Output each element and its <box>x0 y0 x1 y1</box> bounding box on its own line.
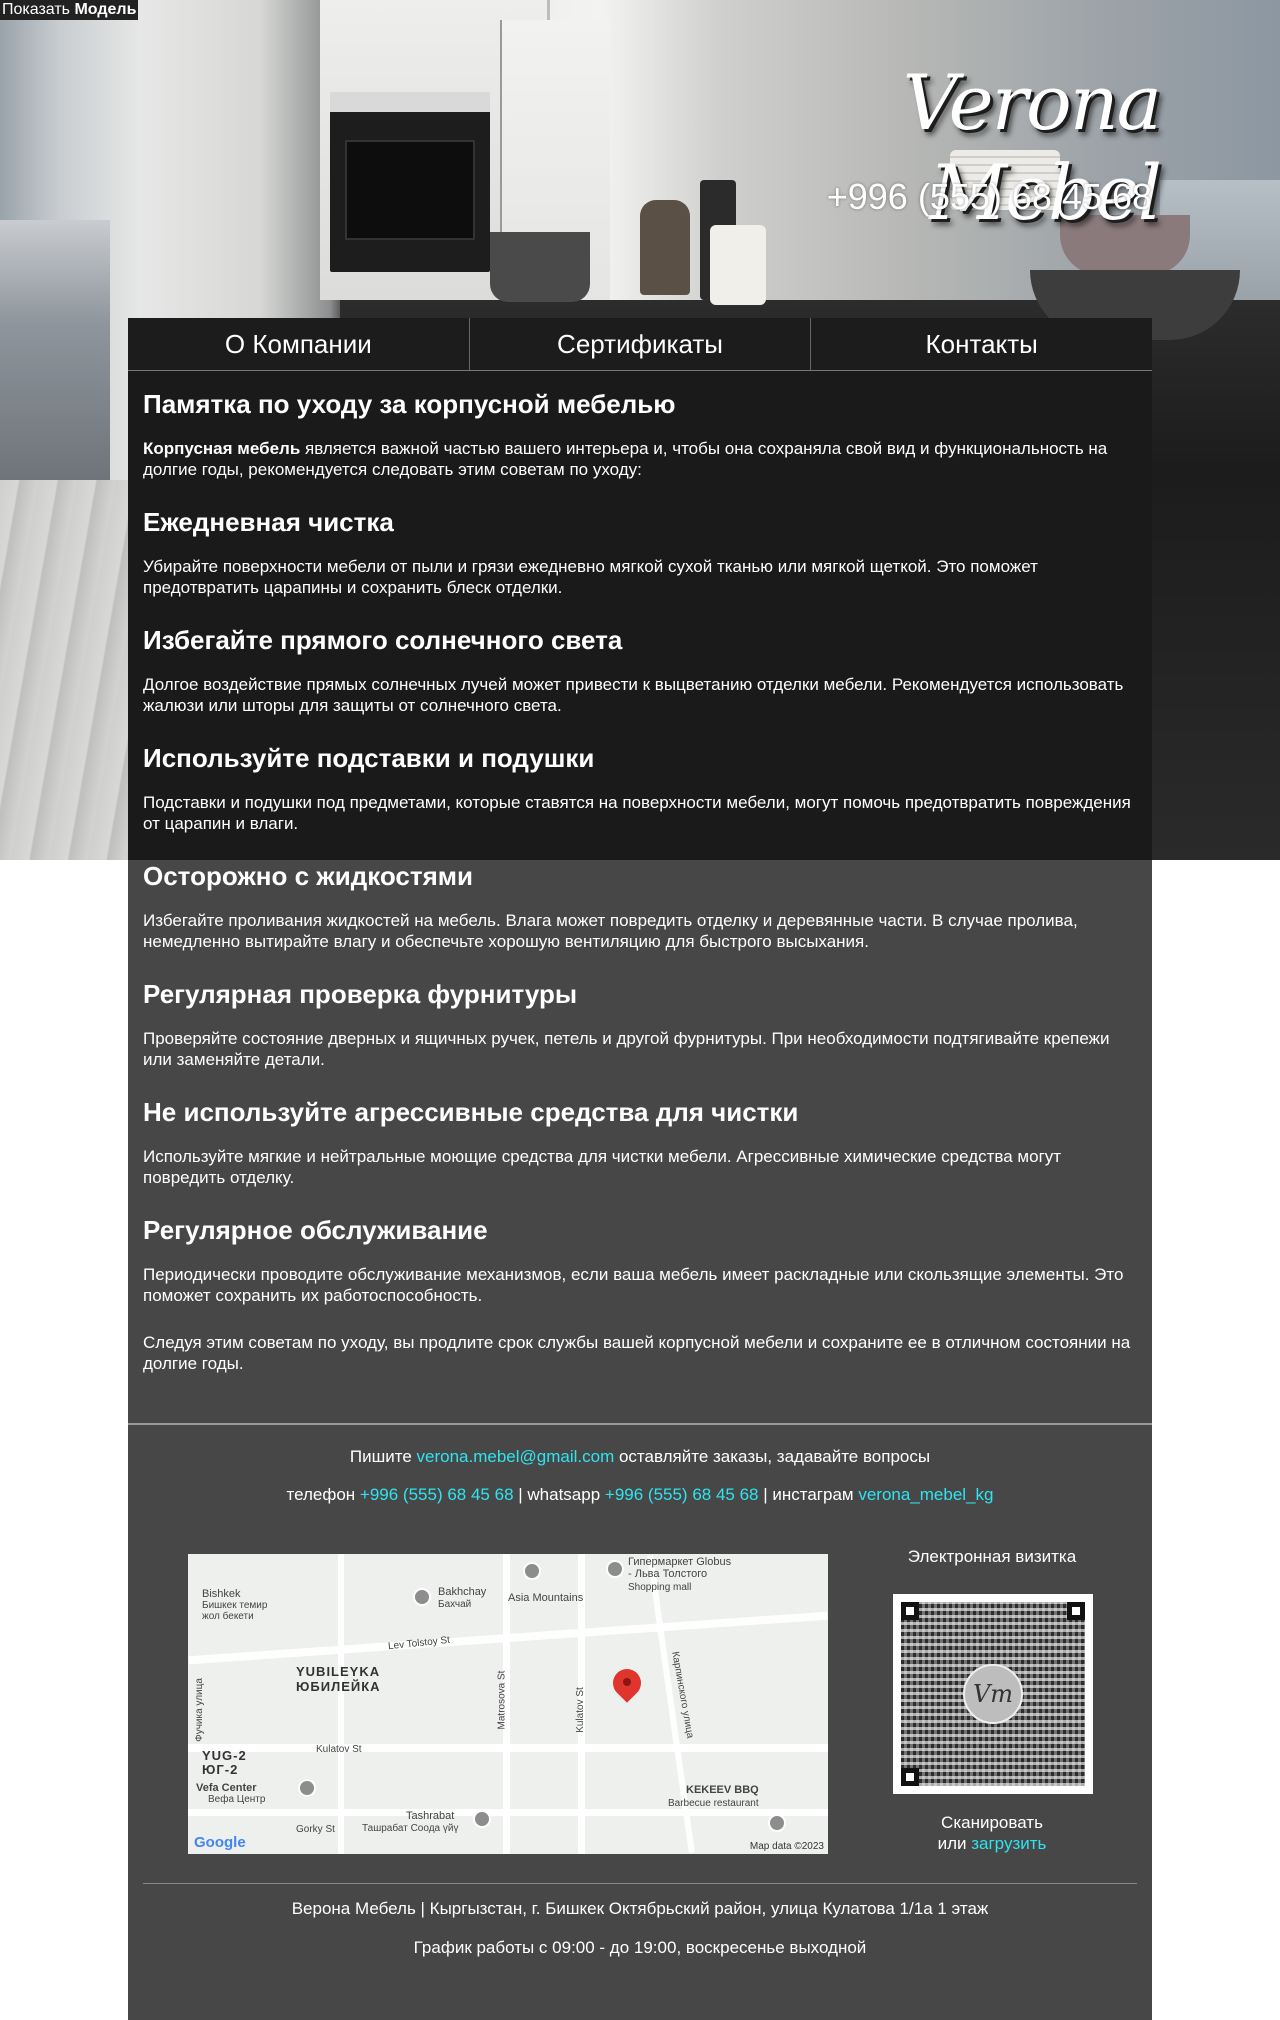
map-label: YUBILEYKA <box>296 1664 381 1679</box>
qr-pattern: Vm <box>901 1602 1085 1786</box>
map-poi-icon <box>473 1810 491 1828</box>
scan-label: Сканировать <box>941 1813 1043 1832</box>
main-nav: О Компании Сертификаты Контакты <box>128 318 1152 371</box>
pot <box>490 232 590 302</box>
vase <box>710 225 766 305</box>
section-text: Проверяйте состояние дверных и ящичных р… <box>143 1029 1110 1069</box>
map-label: Barbecue restaurant <box>668 1798 759 1809</box>
email-link[interactable]: verona.mebel@gmail.com <box>417 1447 615 1466</box>
article-intro: Корпусная мебель является важной частью … <box>143 438 1138 480</box>
map-poi-icon <box>298 1779 316 1797</box>
intro-bold: Корпусная мебель <box>143 439 301 458</box>
map-label: Shopping mall <box>628 1582 692 1593</box>
instagram-link[interactable]: verona_mebel_kg <box>858 1485 993 1504</box>
vcard-qr-code[interactable]: Vm <box>893 1594 1093 1794</box>
map-poi-icon <box>523 1562 541 1580</box>
google-logo-text: Google <box>194 1834 246 1851</box>
section-heading: Используйте подставки и подушки <box>143 743 595 773</box>
care-article: Памятка по уходу за корпусной мебелью Ко… <box>143 388 1138 1400</box>
map-attribution: Map data ©2023 <box>749 1841 824 1852</box>
map-label: KEKEEV BBQ <box>686 1784 759 1796</box>
nav-contacts[interactable]: Контакты <box>811 318 1152 370</box>
instagram-label: | инстаграм <box>758 1485 859 1504</box>
map-label: Asia Mountains <box>508 1592 584 1604</box>
map-label: Bishkek <box>202 1588 241 1600</box>
map-poi-icon <box>413 1588 431 1606</box>
site-logo[interactable]: Verona Mebel <box>660 58 1162 237</box>
section-heading: Не используйте агрессивные средства для … <box>143 1097 799 1127</box>
map-label: Ташрабат Соода үйү <box>362 1823 459 1834</box>
qr-logo: Vm <box>963 1664 1023 1724</box>
hours-line: График работы с 09:00 - до 19:00, воскре… <box>413 1938 867 1957</box>
map-label: ЮБИЛЕЙКА <box>296 1679 381 1694</box>
email-suffix: оставляйте заказы, задавайте вопросы <box>614 1447 931 1466</box>
nav-about[interactable]: О Компании <box>128 318 470 370</box>
oven-window <box>345 140 475 240</box>
section-heading: Избегайте прямого солнечного света <box>143 625 623 655</box>
phone-link[interactable]: +996 (555) 68 45 68 <box>360 1485 514 1504</box>
qr-corner-icon <box>901 1768 919 1786</box>
header-phone[interactable]: +996 (555) 68 45 68 <box>827 176 1152 218</box>
map-label: ЮГ-2 <box>202 1762 239 1777</box>
map-label: Kulatov St <box>574 1687 586 1733</box>
map-label: Вефа Центр <box>208 1794 266 1805</box>
map-poi-icon <box>606 1560 624 1578</box>
download-link[interactable]: загрузить <box>971 1834 1046 1853</box>
section-text: Избегайте проливания жидкостей на мебель… <box>143 911 1078 951</box>
article-title: Памятка по уходу за корпусной мебелью <box>143 389 676 419</box>
map-poi-icon <box>768 1814 786 1832</box>
scan-text: Сканировать или загрузить <box>860 1812 1124 1854</box>
section-text: Используйте мягкие и нейтральные моющие … <box>143 1147 1062 1187</box>
map-label: Matrosova St <box>496 1670 508 1730</box>
phone-label: телефон <box>286 1485 360 1504</box>
map-label: Tashrabat <box>406 1810 455 1822</box>
section-heading: Ежедневная чистка <box>143 507 394 537</box>
vase <box>640 200 690 295</box>
map-label: Vefa Center <box>196 1782 257 1794</box>
whatsapp-label: | whatsapp <box>513 1485 605 1504</box>
map-label: жол бекети <box>202 1611 254 1622</box>
section-text: Подставки и подушки под предметами, кото… <box>143 793 1131 833</box>
map-label: Bakhchay <box>438 1586 487 1598</box>
article-closing: Следуя этим советам по уходу, вы продлит… <box>143 1333 1131 1373</box>
google-logo: Google <box>194 1834 246 1851</box>
location-pin-dot <box>623 1678 631 1686</box>
show-model-bold: Модель <box>74 1 137 18</box>
section-heading: Регулярное обслуживание <box>143 1215 488 1245</box>
map-label: Гипермаркет Globus <box>628 1556 732 1568</box>
map-label: Бахчай <box>438 1599 472 1610</box>
address-line: Верона Мебель | Кыргызстан, г. Бишкек Ок… <box>291 1899 989 1918</box>
map-label: - Льва Толстого <box>628 1568 708 1580</box>
phones-line: телефон +996 (555) 68 45 68 | whatsapp +… <box>128 1484 1152 1506</box>
map-label: Kulatov St <box>316 1744 362 1755</box>
section-heading: Регулярная проверка фурнитуры <box>143 979 578 1009</box>
vcard-title: Электронная визитка <box>907 1547 1077 1566</box>
email-line: Пишите verona.mebel@gmail.com оставляйте… <box>128 1446 1152 1468</box>
map-label: Gorky St <box>296 1824 335 1835</box>
footer-divider <box>128 1423 1152 1425</box>
nav-certificates[interactable]: Сертификаты <box>470 318 812 370</box>
email-prefix: Пишите <box>349 1447 417 1466</box>
map-label: Фучика улица <box>193 1678 205 1742</box>
scan-or: или <box>937 1834 972 1853</box>
section-text: Убирайте поверхности мебели от пыли и гр… <box>143 557 1038 597</box>
whatsapp-link[interactable]: +996 (555) 68 45 68 <box>605 1485 759 1504</box>
city-view <box>0 220 110 480</box>
map-road <box>338 1554 344 1854</box>
map-label: YUG-2 <box>202 1748 247 1763</box>
qr-corner-icon <box>901 1602 919 1620</box>
scan-or-line: или загрузить <box>860 1833 1124 1854</box>
section-text: Периодически проводите обслуживание меха… <box>143 1265 1124 1305</box>
bottom-divider <box>143 1883 1137 1884</box>
location-map[interactable]: Гипермаркет Globus - Льва Толстого Shopp… <box>188 1554 828 1854</box>
qr-corner-icon <box>1067 1602 1085 1620</box>
map-label: Lev Tolstoy St <box>387 1634 451 1653</box>
section-heading: Осторожно с жидкостями <box>143 861 474 891</box>
show-model-prefix: Показать <box>2 1 71 18</box>
show-model-button[interactable]: Показать Модель <box>0 0 139 20</box>
section-text: Долгое воздействие прямых солнечных луче… <box>143 675 1124 715</box>
